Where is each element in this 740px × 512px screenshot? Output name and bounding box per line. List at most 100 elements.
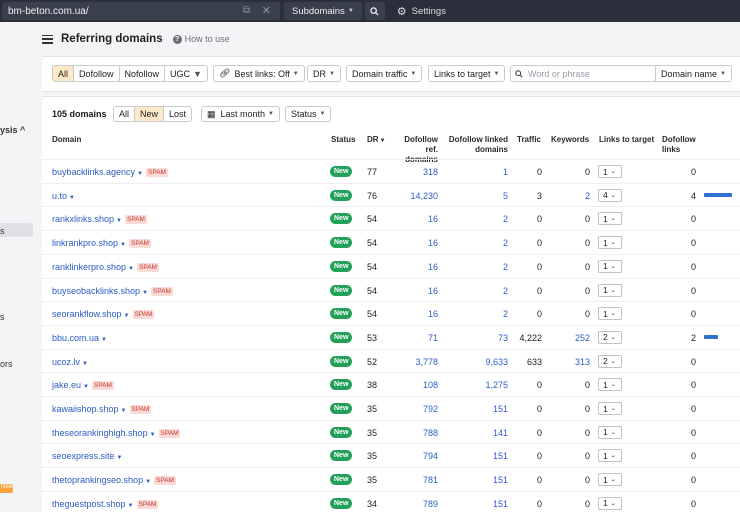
domain-traffic-filter[interactable]: Domain traffic ▼	[346, 65, 423, 82]
how-to-use-link[interactable]: ? How to use	[172, 34, 230, 44]
linked-domains-link[interactable]: 2	[444, 309, 508, 319]
caret-down-icon[interactable]: ▼	[116, 218, 122, 224]
ref-domains-link[interactable]: 16	[390, 309, 438, 319]
linked-domains-link[interactable]: 2	[444, 214, 508, 224]
links-to-target-select[interactable]: 1 ⌄	[598, 236, 622, 250]
linked-domains-link[interactable]: 9,633	[444, 357, 508, 367]
tab-ugc[interactable]: UGC ▼	[165, 66, 207, 81]
tab-all[interactable]: All	[53, 66, 75, 81]
domain-link[interactable]: bbu.com.ua	[52, 333, 99, 343]
tab-all-domains[interactable]: All	[114, 107, 136, 121]
tab-dofollow[interactable]: Dofollow	[74, 66, 120, 81]
linked-domains-link[interactable]: 151	[444, 475, 508, 485]
caret-down-icon[interactable]: ▼	[128, 266, 134, 272]
linked-domains-link[interactable]: 2	[444, 262, 508, 272]
tab-new-domains[interactable]: New	[135, 107, 165, 121]
search-scope-dropdown[interactable]: Domain name ▼	[656, 65, 732, 82]
domain-link[interactable]: seoexpress.site	[52, 451, 115, 461]
links-to-target-select[interactable]: 1 ⌄	[598, 496, 622, 510]
status-dropdown[interactable]: Status ▼	[285, 106, 332, 122]
links-to-target-select[interactable]: 2 ⌄	[598, 330, 622, 344]
caret-down-icon[interactable]: ▼	[145, 479, 151, 485]
caret-down-icon[interactable]: ▼	[128, 503, 134, 509]
keywords-value[interactable]: 313	[548, 357, 590, 367]
search-button[interactable]	[364, 2, 385, 20]
domain-link[interactable]: ucoz.lv	[52, 357, 80, 367]
ref-domains-link[interactable]: 16	[390, 214, 438, 224]
links-to-target-select[interactable]: 4 ⌄	[598, 188, 622, 202]
domain-link[interactable]: buyseobacklinks.shop	[52, 286, 140, 296]
best-links-filter[interactable]: 🔗︎ Best links: Off ▼	[213, 65, 305, 82]
ref-domains-link[interactable]: 16	[390, 262, 438, 272]
settings-button[interactable]: ⚙ Settings	[397, 5, 446, 18]
links-to-target-select[interactable]: 1 ⌄	[598, 473, 622, 487]
domain-link[interactable]: rankxlinks.shop	[52, 214, 114, 224]
domain-link[interactable]: seorankflow.shop	[52, 309, 122, 319]
links-to-target-select[interactable]: 1 ⌄	[598, 283, 622, 297]
caret-down-icon[interactable]: ▼	[101, 337, 107, 343]
ref-domains-link[interactable]: 318	[390, 167, 438, 177]
domain-link[interactable]: jake.eu	[52, 380, 81, 390]
tab-lost-domains[interactable]: Lost	[164, 107, 192, 121]
links-to-target-select[interactable]: 1 ⌄	[598, 307, 622, 321]
linked-domains-link[interactable]: 151	[444, 404, 508, 414]
domain-link[interactable]: ranklinkerpro.shop	[52, 262, 126, 272]
clear-icon[interactable]: ✕	[262, 4, 271, 17]
domain-link[interactable]: linkrankpro.shop	[52, 238, 118, 248]
col-status[interactable]: Status	[331, 135, 355, 145]
domain-link[interactable]: theguestpost.shop	[52, 499, 126, 509]
sidebar-item-competitors[interactable]: ors	[0, 359, 13, 369]
sidebar-item-analysis[interactable]: ysis ^	[0, 125, 25, 135]
links-to-target-select[interactable]: 1 ⌄	[598, 449, 622, 463]
linked-domains-link[interactable]: 73	[444, 333, 508, 343]
linked-domains-link[interactable]: 2	[444, 286, 508, 296]
caret-down-icon[interactable]: ▼	[121, 408, 127, 414]
sidebar-item[interactable]: s	[0, 312, 5, 322]
search-input[interactable]: Word or phrase	[510, 65, 656, 82]
ref-domains-link[interactable]: 3,778	[390, 357, 438, 367]
col-dr[interactable]: DR▼	[367, 135, 386, 146]
ref-domains-link[interactable]: 108	[390, 380, 438, 390]
col-domain[interactable]: Domain	[52, 135, 81, 145]
links-to-target-select[interactable]: 1 ⌄	[598, 259, 622, 273]
ref-domains-link[interactable]: 71	[390, 333, 438, 343]
linked-domains-link[interactable]: 1	[444, 167, 508, 177]
ref-domains-link[interactable]: 14,230	[390, 191, 438, 201]
sidebar-item-selected[interactable]: s	[0, 226, 5, 236]
domain-link[interactable]: kawaiishop.shop	[52, 404, 119, 414]
ref-domains-link[interactable]: 792	[390, 404, 438, 414]
caret-down-icon[interactable]: ▼	[142, 290, 148, 296]
links-to-target-select[interactable]: 1 ⌄	[598, 165, 622, 178]
ref-domains-link[interactable]: 781	[390, 475, 438, 485]
period-dropdown[interactable]: ▦ Last month ▼	[201, 106, 280, 122]
external-link-icon[interactable]: ⧉	[243, 5, 250, 16]
linked-domains-link[interactable]: 1,275	[444, 380, 508, 390]
col-keywords[interactable]: Keywords	[551, 135, 589, 145]
caret-down-icon[interactable]: ▼	[69, 195, 75, 201]
ref-domains-link[interactable]: 16	[390, 238, 438, 248]
keywords-value[interactable]: 2	[548, 191, 590, 201]
tab-nofollow[interactable]: Nofollow	[119, 66, 166, 81]
caret-down-icon[interactable]: ▼	[124, 313, 130, 319]
linked-domains-link[interactable]: 2	[444, 238, 508, 248]
ref-domains-link[interactable]: 16	[390, 286, 438, 296]
caret-down-icon[interactable]: ▼	[137, 171, 143, 177]
links-to-target-select[interactable]: 2 ⌄	[598, 354, 622, 368]
ref-domains-link[interactable]: 789	[390, 499, 438, 509]
mode-dropdown[interactable]: Subdomains ▼	[284, 2, 362, 20]
caret-down-icon[interactable]: ▼	[120, 242, 126, 248]
links-to-target-select[interactable]: 1 ⌄	[598, 378, 622, 392]
links-to-target-filter[interactable]: Links to target ▼	[428, 65, 506, 82]
links-to-target-select[interactable]: 1 ⌄	[598, 425, 622, 439]
linked-domains-link[interactable]: 141	[444, 428, 508, 438]
keywords-value[interactable]: 252	[548, 333, 590, 343]
domain-link[interactable]: thetoprankingseo.shop	[52, 475, 143, 485]
dr-filter[interactable]: DR ▼	[307, 65, 341, 82]
caret-down-icon[interactable]: ▼	[117, 455, 123, 461]
col-dofollow-linked-domains[interactable]: Dofollow linked domains	[444, 135, 508, 155]
linked-domains-link[interactable]: 151	[444, 499, 508, 509]
menu-icon[interactable]	[42, 34, 53, 44]
domain-link[interactable]: buybacklinks.agency	[52, 167, 135, 177]
linked-domains-link[interactable]: 5	[444, 191, 508, 201]
ref-domains-link[interactable]: 794	[390, 451, 438, 461]
